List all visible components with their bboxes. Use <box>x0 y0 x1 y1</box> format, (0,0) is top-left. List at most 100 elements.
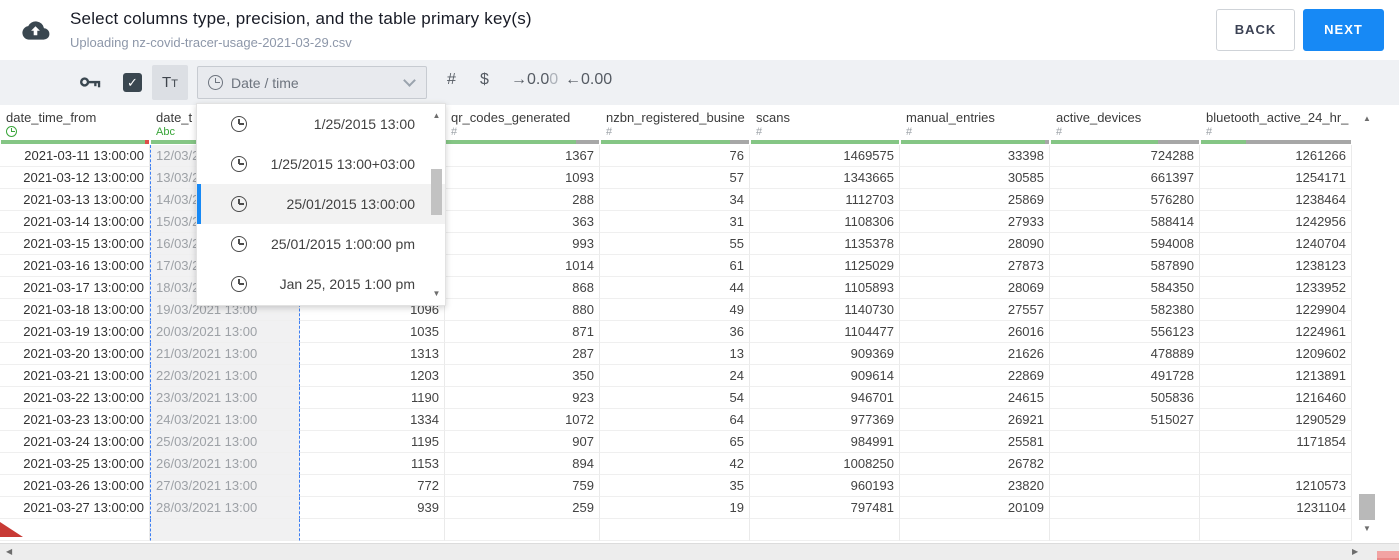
table-cell[interactable]: 576280 <box>1050 189 1200 211</box>
table-cell[interactable]: 2021-03-12 13:00:00 <box>0 167 150 189</box>
table-cell[interactable]: 22/03/2021 13:00 <box>150 365 300 387</box>
table-cell[interactable] <box>1050 519 1200 541</box>
table-cell[interactable]: 2021-03-27 13:00:00 <box>0 497 150 519</box>
table-cell[interactable]: 946701 <box>750 387 900 409</box>
table-cell[interactable]: 30585 <box>900 167 1050 189</box>
table-cell[interactable]: 2021-03-14 13:00:00 <box>0 211 150 233</box>
table-cell[interactable] <box>1200 453 1352 475</box>
currency-type-button[interactable]: $ <box>480 71 489 89</box>
next-button[interactable]: NEXT <box>1303 9 1384 51</box>
table-cell[interactable] <box>600 519 750 541</box>
table-cell[interactable]: 31 <box>600 211 750 233</box>
table-cell[interactable]: 24/03/2021 13:00 <box>150 409 300 431</box>
table-cell[interactable]: 2021-03-21 13:00:00 <box>0 365 150 387</box>
table-cell[interactable]: 1469575 <box>750 145 900 167</box>
table-cell[interactable]: 1125029 <box>750 255 900 277</box>
table-cell[interactable]: 1203 <box>300 365 445 387</box>
column-header[interactable]: qr_codes_generated # <box>445 105 600 145</box>
table-cell[interactable]: 19 <box>600 497 750 519</box>
table-cell[interactable]: 478889 <box>1050 343 1200 365</box>
table-cell[interactable]: 909369 <box>750 343 900 365</box>
table-cell[interactable]: 1072 <box>445 409 600 431</box>
dropdown-scrollbar[interactable]: ▲ ▼ <box>429 105 444 304</box>
table-cell[interactable]: 27933 <box>900 211 1050 233</box>
table-cell[interactable]: 1153 <box>300 453 445 475</box>
table-cell[interactable]: 21/03/2021 13:00 <box>150 343 300 365</box>
table-cell[interactable]: 1242956 <box>1200 211 1352 233</box>
table-cell[interactable]: 515027 <box>1050 409 1200 431</box>
table-cell[interactable]: 33398 <box>900 145 1050 167</box>
table-cell[interactable]: 797481 <box>750 497 900 519</box>
dropdown-item-selected[interactable]: 25/01/2015 13:00:00 <box>197 184 445 224</box>
table-cell[interactable]: 2021-03-19 13:00:00 <box>0 321 150 343</box>
table-cell[interactable]: 65 <box>600 431 750 453</box>
table-cell[interactable]: 1334 <box>300 409 445 431</box>
table-cell[interactable]: 923 <box>445 387 600 409</box>
table-cell[interactable]: 13 <box>600 343 750 365</box>
table-cell[interactable]: 34 <box>600 189 750 211</box>
table-cell[interactable]: 977369 <box>750 409 900 431</box>
table-cell[interactable]: 28090 <box>900 233 1050 255</box>
table-cell[interactable]: 20/03/2021 13:00 <box>150 321 300 343</box>
dropdown-item[interactable]: 1/25/2015 13:00+03:00 <box>197 144 445 184</box>
table-cell[interactable]: 984991 <box>750 431 900 453</box>
table-cell[interactable]: 871 <box>445 321 600 343</box>
table-cell[interactable]: 64 <box>600 409 750 431</box>
table-cell[interactable]: 2021-03-24 13:00:00 <box>0 431 150 453</box>
table-cell[interactable] <box>1200 519 1352 541</box>
table-cell[interactable]: 1343665 <box>750 167 900 189</box>
table-cell[interactable] <box>300 519 445 541</box>
table-cell[interactable]: 2021-03-13 13:00:00 <box>0 189 150 211</box>
table-cell[interactable]: 1195 <box>300 431 445 453</box>
vertical-scrollbar-thumb[interactable] <box>1359 494 1375 520</box>
table-cell[interactable]: 1210573 <box>1200 475 1352 497</box>
table-cell[interactable]: 288 <box>445 189 600 211</box>
dropdown-item[interactable]: 1/25/2015 13:00 <box>197 104 445 144</box>
table-cell[interactable]: 1290529 <box>1200 409 1352 431</box>
table-cell[interactable]: 1014 <box>445 255 600 277</box>
table-cell[interactable]: 582380 <box>1050 299 1200 321</box>
table-cell[interactable]: 1190 <box>300 387 445 409</box>
table-cell[interactable]: 1261266 <box>1200 145 1352 167</box>
dropdown-item[interactable]: 25/01/2015 1:00:00 pm <box>197 224 445 264</box>
table-cell[interactable]: 1254171 <box>1200 167 1352 189</box>
table-cell[interactable]: 1093 <box>445 167 600 189</box>
table-cell[interactable]: 759 <box>445 475 600 497</box>
table-cell[interactable]: 909614 <box>750 365 900 387</box>
table-cell[interactable]: 27/03/2021 13:00 <box>150 475 300 497</box>
table-cell[interactable]: 28/03/2021 13:00 <box>150 497 300 519</box>
vertical-scrollbar[interactable]: ▲ ▼ <box>1354 106 1380 543</box>
column-header[interactable]: active_devices # <box>1050 105 1200 145</box>
table-cell[interactable]: 26921 <box>900 409 1050 431</box>
table-cell[interactable]: 2021-03-23 13:00:00 <box>0 409 150 431</box>
scroll-right-icon[interactable]: ▶ <box>1352 547 1358 556</box>
table-cell[interactable]: 2021-03-11 13:00:00 <box>0 145 150 167</box>
table-cell[interactable]: 2021-03-17 13:00:00 <box>0 277 150 299</box>
table-cell[interactable] <box>0 519 150 541</box>
table-cell[interactable]: 1171854 <box>1200 431 1352 453</box>
table-cell[interactable]: 23820 <box>900 475 1050 497</box>
table-cell[interactable]: 42 <box>600 453 750 475</box>
table-cell[interactable]: 2021-03-16 13:00:00 <box>0 255 150 277</box>
table-cell[interactable]: 1367 <box>445 145 600 167</box>
table-cell[interactable]: 2021-03-15 13:00:00 <box>0 233 150 255</box>
table-cell[interactable]: 505836 <box>1050 387 1200 409</box>
table-cell[interactable]: 26/03/2021 13:00 <box>150 453 300 475</box>
table-cell[interactable]: 1229904 <box>1200 299 1352 321</box>
table-cell[interactable]: 939 <box>300 497 445 519</box>
table-cell[interactable]: 20109 <box>900 497 1050 519</box>
table-cell[interactable]: 28069 <box>900 277 1050 299</box>
table-cell[interactable]: 1216460 <box>1200 387 1352 409</box>
table-cell[interactable]: 1112703 <box>750 189 900 211</box>
increase-decimal-button[interactable]: →0.00 <box>511 71 558 89</box>
column-header[interactable]: scans # <box>750 105 900 145</box>
column-header[interactable]: date_time_from <box>0 105 150 145</box>
table-cell[interactable]: 25869 <box>900 189 1050 211</box>
table-cell[interactable]: 27557 <box>900 299 1050 321</box>
table-cell[interactable]: 24 <box>600 365 750 387</box>
scroll-left-icon[interactable]: ◀ <box>6 547 12 556</box>
table-cell[interactable]: 35 <box>600 475 750 497</box>
table-cell[interactable]: 1238123 <box>1200 255 1352 277</box>
table-cell[interactable]: 1213891 <box>1200 365 1352 387</box>
table-cell[interactable]: 880 <box>445 299 600 321</box>
